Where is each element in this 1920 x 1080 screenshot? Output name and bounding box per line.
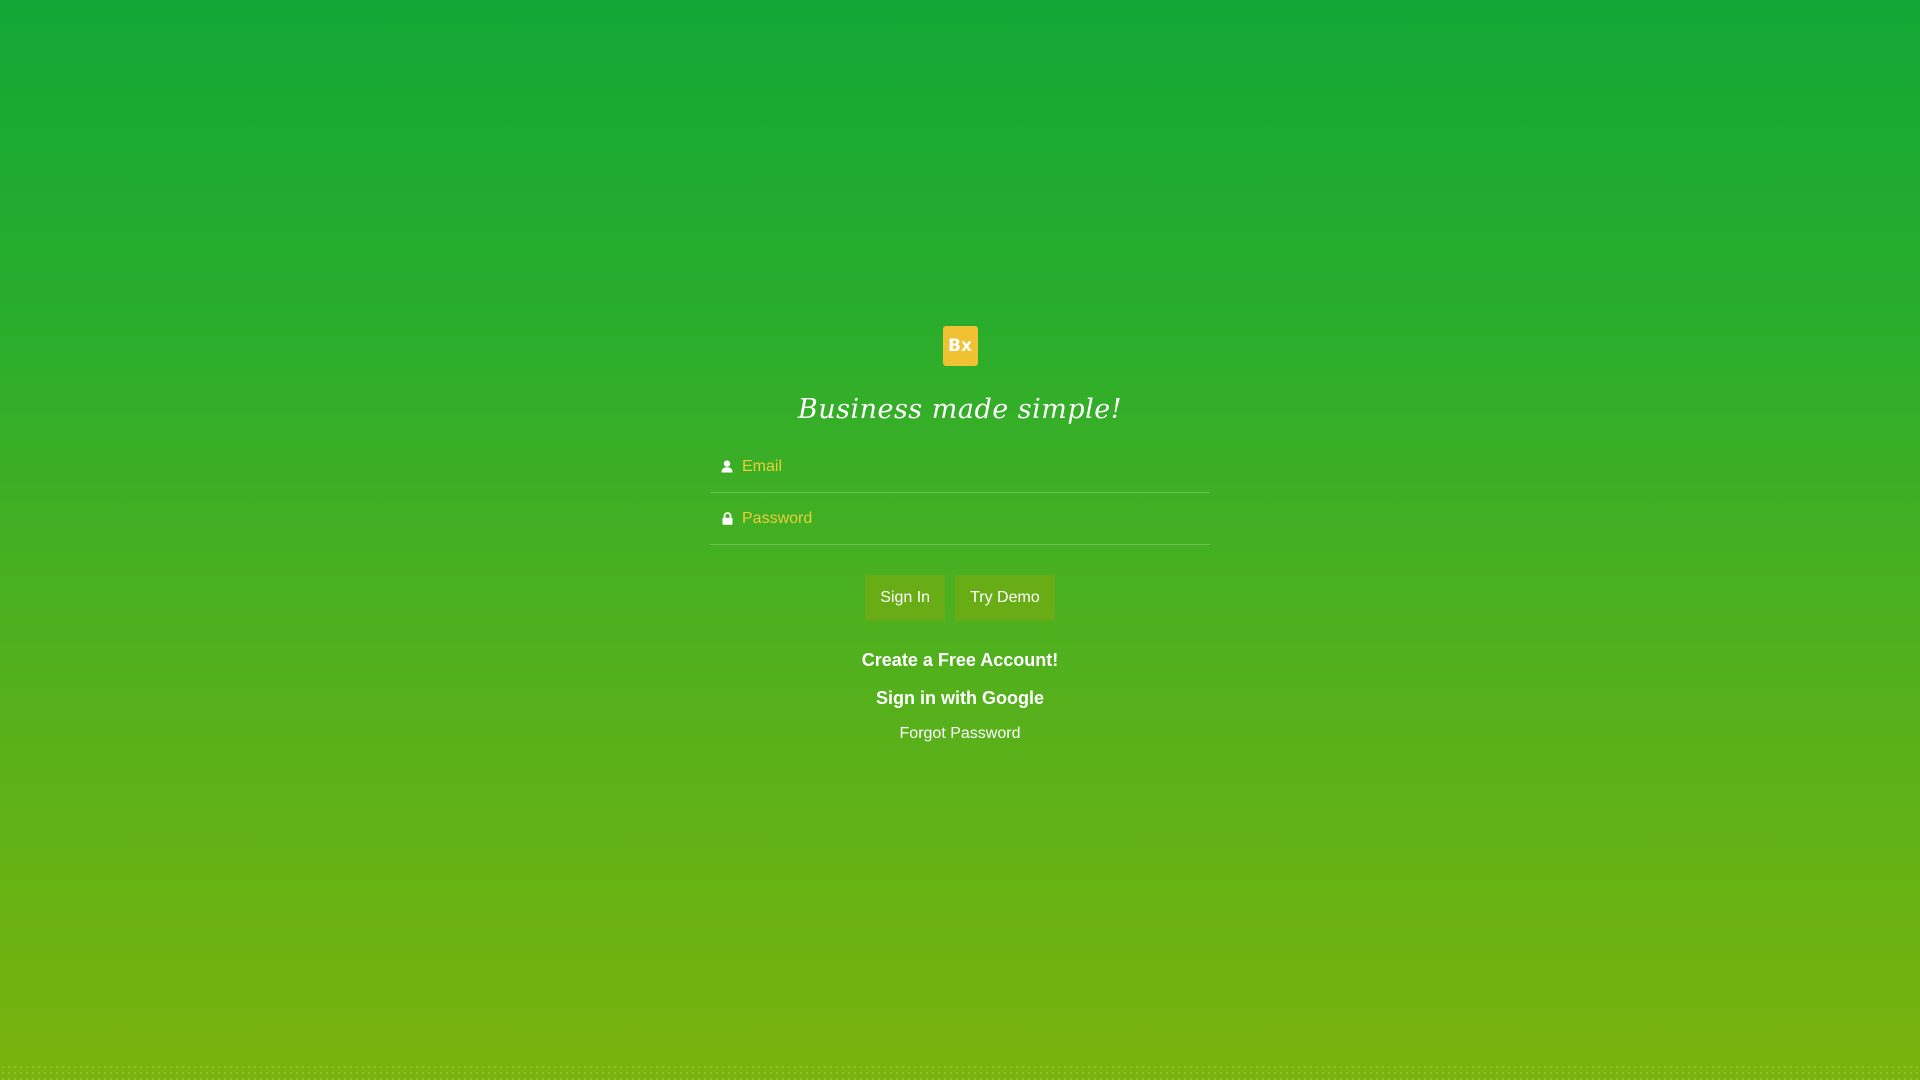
email-input[interactable] xyxy=(742,457,1210,476)
tagline: Business made simple! xyxy=(797,394,1123,425)
create-account-link[interactable]: Create a Free Account! xyxy=(862,650,1058,671)
sign-in-button[interactable]: Sign In xyxy=(865,575,946,621)
lock-icon xyxy=(720,512,734,526)
button-group: Sign In Try Demo xyxy=(865,575,1055,621)
password-input[interactable] xyxy=(742,509,1210,528)
login-panel: Bx Business made simple! Sign In Try Dem… xyxy=(710,326,1210,743)
logo-text: Bx xyxy=(948,336,972,356)
password-field-row xyxy=(710,493,1210,545)
brand-logo: Bx xyxy=(942,326,978,366)
try-demo-button[interactable]: Try Demo xyxy=(955,575,1055,621)
email-field-row xyxy=(710,441,1210,493)
user-icon xyxy=(720,460,734,474)
forgot-password-link[interactable]: Forgot Password xyxy=(900,725,1021,743)
decorative-dot-strip xyxy=(0,1064,1920,1080)
google-sign-in-link[interactable]: Sign in with Google xyxy=(876,688,1044,709)
